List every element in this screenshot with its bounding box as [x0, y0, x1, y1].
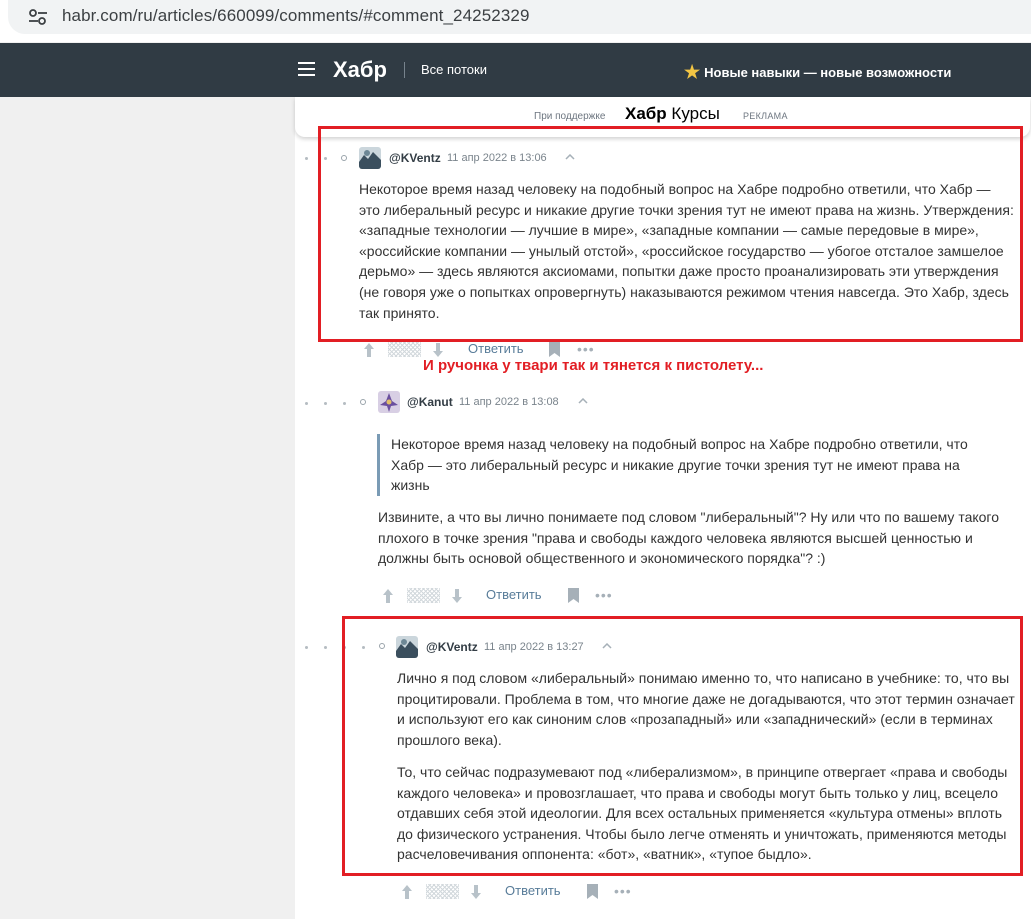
chevron-up-icon[interactable] [602, 643, 612, 649]
chevron-up-icon[interactable] [578, 398, 588, 404]
page-left-background [0, 97, 295, 919]
score-placeholder [407, 588, 440, 603]
more-options-icon[interactable]: ••• [595, 587, 613, 603]
promo-link[interactable]: ★ Новые навыки — новые возможности [684, 61, 951, 82]
thread-dot [305, 646, 308, 649]
comment-actions: Ответить ••• [381, 585, 621, 609]
sponsor-brand-rest: Курсы [666, 104, 720, 123]
chevron-up-icon[interactable] [565, 154, 575, 160]
comment-author[interactable]: @Kanut [407, 395, 453, 409]
thread-dot [324, 402, 327, 405]
thread-dot [343, 402, 346, 405]
reply-button[interactable]: Ответить [505, 883, 561, 898]
tune-settings-icon[interactable] [28, 8, 48, 26]
comment-text: Извините, а что вы лично понимаете под с… [378, 509, 1000, 567]
thread-dot [362, 646, 365, 649]
comment-author[interactable]: @KVentz [426, 640, 478, 654]
thread-dot [305, 402, 308, 405]
vote-down-icon[interactable] [469, 883, 483, 901]
all-flows-link[interactable]: Все потоки [421, 62, 487, 77]
score-placeholder [426, 884, 459, 899]
bookmark-icon[interactable] [568, 588, 579, 603]
vote-up-icon[interactable] [381, 587, 395, 605]
browser-address-bar: habr.com/ru/articles/660099/comments/#co… [0, 0, 1031, 42]
url-text[interactable]: habr.com/ru/articles/660099/comments/#co… [62, 6, 530, 26]
sponsor-prefix: При поддержке [534, 111, 606, 122]
avatar[interactable] [378, 391, 400, 413]
star-icon: ★ [684, 62, 701, 82]
sponsor-brand-bold: Хабр [625, 104, 667, 123]
avatar[interactable] [396, 636, 418, 658]
comment-text: То, что сейчас подразумевают под «либера… [397, 764, 1008, 863]
vote-down-icon[interactable] [450, 587, 464, 605]
more-options-icon[interactable]: ••• [577, 341, 595, 357]
reply-button[interactable]: Ответить [486, 587, 542, 602]
header-divider [404, 62, 405, 78]
reply-button[interactable]: Ответить [468, 341, 524, 356]
more-options-icon[interactable]: ••• [614, 883, 632, 899]
bookmark-icon[interactable] [549, 342, 560, 357]
sponsor-banner[interactable]: При поддержке Хабр Курсы РЕКЛАМА [295, 97, 1030, 137]
hamburger-menu-icon[interactable] [298, 62, 315, 76]
quoted-text: Некоторое время назад человеку на подобн… [377, 434, 985, 496]
comment-actions: Ответить ••• [400, 881, 640, 905]
comment-date[interactable]: 11 апр 2022 в 13:27 [484, 641, 584, 653]
ad-tag: РЕКЛАМА [743, 111, 788, 121]
thread-ring [341, 155, 347, 161]
site-header: Хабр Все потоки ★ Новые навыки — новые во… [0, 43, 1031, 97]
annotation-text: И ручонка у твари так и тянется к пистол… [423, 357, 764, 374]
thread-ring [360, 399, 366, 405]
vote-up-icon[interactable] [362, 341, 376, 359]
thread-dot [343, 646, 346, 649]
comment-date[interactable]: 11 апр 2022 в 13:06 [447, 152, 547, 164]
vote-up-icon[interactable] [400, 883, 414, 901]
sponsor-brand[interactable]: Хабр Курсы [625, 104, 720, 124]
comment-author[interactable]: @KVentz [389, 151, 441, 165]
score-placeholder [388, 342, 421, 357]
thread-dot [324, 157, 327, 160]
bookmark-icon[interactable] [587, 884, 598, 899]
thread-dot [324, 646, 327, 649]
url-field[interactable]: habr.com/ru/articles/660099/comments/#co… [8, 0, 1031, 34]
comment-date[interactable]: 11 апр 2022 в 13:08 [459, 396, 559, 408]
site-logo[interactable]: Хабр [333, 57, 387, 83]
comment-text: Лично я под словом «либеральный» понимаю… [397, 670, 1015, 748]
comment-text: Некоторое время назад человеку на подобн… [359, 181, 1014, 321]
thread-dot [305, 157, 308, 160]
thread-ring [379, 643, 385, 649]
promo-text: Новые навыки — новые возможности [704, 65, 952, 80]
avatar[interactable] [359, 147, 381, 169]
